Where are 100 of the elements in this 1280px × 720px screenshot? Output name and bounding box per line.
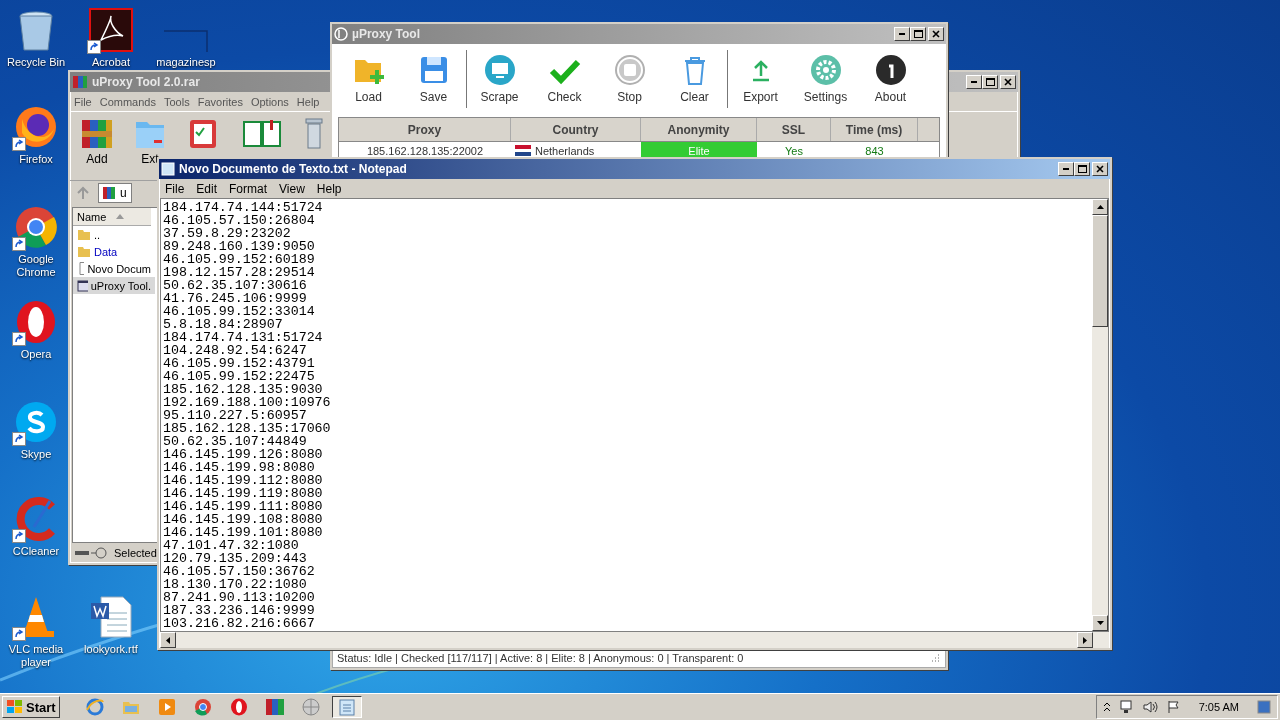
sort-arrow-icon (116, 214, 125, 219)
menu-item[interactable]: Format (223, 181, 274, 196)
toolbar-button[interactable]: Save (401, 54, 466, 104)
desktop-icon-label[interactable]: lookyork.rtf (84, 643, 138, 656)
opera-icon (14, 300, 58, 344)
network-icon[interactable] (1118, 700, 1135, 714)
menu-item[interactable]: Help (310, 181, 348, 196)
info-icon (874, 54, 907, 86)
file-row[interactable]: uProxy Tool. (73, 277, 155, 294)
notepad-icon (161, 162, 175, 176)
desktop-icon-label[interactable]: Google Chrome (2, 253, 70, 279)
file-name: .. (94, 228, 101, 241)
firefox-icon (14, 105, 58, 149)
monitor-icon (483, 54, 516, 86)
file-name: uProxy Tool. (90, 279, 151, 292)
desktop-icon-label[interactable]: Acrobat (92, 56, 130, 69)
minimize-icon (971, 81, 977, 83)
maximize-icon (1077, 165, 1087, 173)
menu-item[interactable]: Options (246, 95, 293, 108)
text-line: 46.105.99.152:43791 (163, 357, 316, 370)
menu-item[interactable]: Favorites (193, 95, 247, 108)
start-button[interactable]: Start (2, 696, 60, 718)
status-text: Status: Idle | Checked [117/117] | Active: 8 | Elite: 8 | Anonymous: 0 | Transparent: 0 (337, 652, 744, 664)
clock: 7:05 AM (1198, 701, 1239, 713)
archive-books-icon (264, 698, 285, 716)
desktop-icon-label[interactable]: VLC media player (2, 643, 70, 669)
text-line: 185.162.128.135:9030 (163, 383, 324, 396)
column-header[interactable]: Time (ms) (831, 118, 918, 141)
scrollbar-thumb[interactable] (1092, 215, 1108, 327)
toolbar-button[interactable]: Stop (597, 54, 662, 104)
ccleaner-icon (14, 497, 58, 541)
menu-item[interactable]: Tools (160, 95, 194, 108)
menu-item[interactable]: Commands (95, 95, 160, 108)
file-row[interactable]: .. (73, 226, 155, 243)
text-line: 37.59.8.29:23202 (163, 227, 292, 240)
show-desktop-icon[interactable] (1257, 699, 1271, 715)
table-cell-text: Yes (784, 143, 804, 159)
toolbar-button[interactable]: Scrape (467, 54, 532, 104)
chevron-up-icon[interactable] (1102, 701, 1111, 713)
text-line: 46.105.57.150:36762 (163, 565, 316, 578)
taskbar-app[interactable] (331, 696, 362, 718)
maximize-button[interactable] (982, 75, 998, 89)
minimize-button[interactable] (894, 27, 910, 41)
desktop-icon-label[interactable]: Opera (20, 348, 52, 361)
desktop-icon-label[interactable]: magazinesp (156, 56, 216, 69)
close-button[interactable] (928, 27, 944, 41)
column-header[interactable]: Proxy (339, 118, 511, 141)
speaker-icon[interactable] (1142, 700, 1159, 714)
desktop-icon-label[interactable]: CCleaner (12, 545, 60, 558)
scroll-right-button[interactable] (1077, 632, 1093, 648)
text-line: 50.62.35.107:44849 (163, 435, 308, 448)
text-line: 5.8.18.84:28907 (163, 318, 284, 331)
desktop-icon-label[interactable]: Skype (20, 448, 52, 461)
resize-grip-icon (931, 654, 941, 662)
text-line: 46.105.57.150:26804 (163, 214, 316, 227)
column-header[interactable]: Country (511, 118, 641, 141)
app-logo-icon (334, 27, 348, 41)
text-line: 185.162.128.135:17060 (163, 422, 332, 435)
toolbar-button[interactable]: Export (728, 54, 793, 104)
minimize-button[interactable] (1058, 162, 1074, 176)
folder-icon (77, 245, 91, 258)
toolbar-button[interactable]: Add (80, 116, 114, 166)
scroll-left-button[interactable] (160, 632, 176, 648)
maximize-button[interactable] (910, 27, 926, 41)
menu-item[interactable]: File (70, 95, 96, 108)
flag-icon[interactable] (1166, 700, 1181, 714)
vertical-scrollbar[interactable] (1092, 199, 1108, 631)
maximize-button[interactable] (1074, 162, 1090, 176)
drive-key-icon (74, 547, 108, 559)
horizontal-scrollbar[interactable] (160, 632, 1109, 648)
file-row[interactable]: Novo Docum (73, 260, 155, 277)
text-line: 146.145.199.108:8080 (163, 513, 324, 526)
toolbar-button[interactable]: Check (532, 54, 597, 104)
minimize-icon (1063, 168, 1069, 170)
close-button[interactable] (1000, 75, 1016, 89)
menu-item[interactable]: Edit (190, 181, 224, 196)
toolbar-button[interactable]: Load (336, 54, 401, 104)
column-header[interactable]: Anonymity (641, 118, 757, 141)
menu-item[interactable]: View (273, 181, 311, 196)
scroll-up-button[interactable] (1092, 199, 1108, 215)
settings-icon (809, 54, 842, 86)
menu-item[interactable]: Help (292, 95, 324, 108)
toolbar-button[interactable]: About (858, 54, 923, 104)
text-line: 146.145.199.101:8080 (163, 526, 324, 539)
address-field[interactable]: u (98, 183, 132, 203)
toolbar-button[interactable]: Settings (793, 54, 858, 104)
right-arrow-icon (1083, 636, 1087, 644)
file-row[interactable]: Data (73, 243, 155, 260)
close-icon (932, 30, 940, 38)
minimize-button[interactable] (966, 75, 982, 89)
desktop-icon-label[interactable]: Recycle Bin (6, 56, 66, 69)
netherlands-flag-icon (515, 145, 531, 156)
close-button[interactable] (1092, 162, 1108, 176)
menu-item[interactable]: File (159, 181, 191, 196)
scroll-down-button[interactable] (1092, 615, 1108, 631)
column-header[interactable]: SSL (757, 118, 831, 141)
toolbar-button[interactable]: Ext (136, 116, 164, 166)
column-header[interactable]: Name (73, 208, 151, 226)
toolbar-button[interactable]: Clear (662, 54, 727, 104)
desktop-icon-label[interactable]: Firefox (19, 153, 53, 166)
